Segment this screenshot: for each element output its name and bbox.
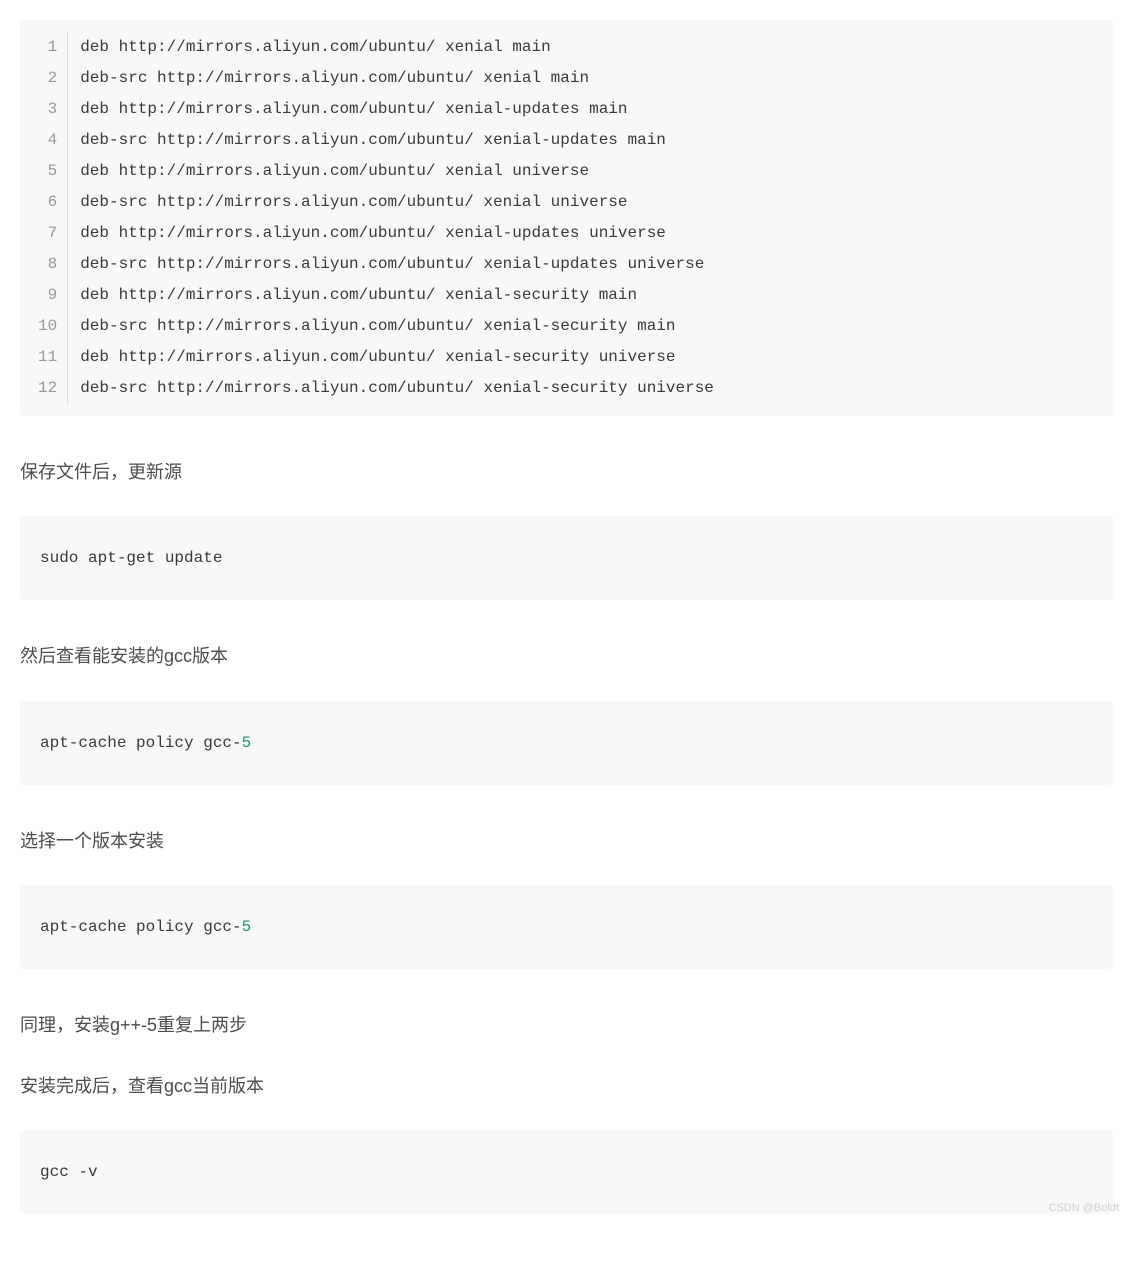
code-line: deb-src http://mirrors.aliyun.com/ubuntu… (80, 187, 714, 218)
code-line: deb-src http://mirrors.aliyun.com/ubuntu… (80, 311, 714, 342)
line-number: 11 (38, 342, 57, 373)
prose-save-update: 保存文件后，更新源 (20, 456, 1113, 488)
line-number: 4 (38, 125, 57, 156)
line-number: 10 (38, 311, 57, 342)
command-block-policy-1: apt-cache policy gcc-5 (20, 701, 1113, 785)
prose-gpp-repeat: 同理，安装g++-5重复上两步 (20, 1009, 1113, 1041)
line-number-gutter: 1 2 3 4 5 6 7 8 9 10 11 12 (20, 32, 68, 404)
code-line: deb-src http://mirrors.aliyun.com/ubuntu… (80, 125, 714, 156)
prose-choose-install: 选择一个版本安装 (20, 825, 1113, 857)
code-line: deb http://mirrors.aliyun.com/ubuntu/ xe… (80, 218, 714, 249)
line-number: 12 (38, 373, 57, 404)
line-number: 1 (38, 32, 57, 63)
prose-check-version: 安装完成后，查看gcc当前版本 (20, 1070, 1113, 1102)
code-content: deb http://mirrors.aliyun.com/ubuntu/ xe… (68, 32, 714, 404)
line-number: 9 (38, 280, 57, 311)
code-line: deb http://mirrors.aliyun.com/ubuntu/ xe… (80, 342, 714, 373)
command-block-policy-2: apt-cache policy gcc-5 (20, 885, 1113, 969)
code-line: deb http://mirrors.aliyun.com/ubuntu/ xe… (80, 32, 714, 63)
code-line: deb-src http://mirrors.aliyun.com/ubuntu… (80, 63, 714, 94)
code-line: apt-cache policy gcc-5 (20, 897, 1113, 957)
watermark: CSDN @Boldt (1049, 1202, 1119, 1214)
line-number: 8 (38, 249, 57, 280)
line-number: 5 (38, 156, 57, 187)
code-line: sudo apt-get update (20, 528, 1113, 588)
command-block-gcc-v: gcc -v (20, 1130, 1113, 1214)
line-number: 7 (38, 218, 57, 249)
line-number: 2 (38, 63, 57, 94)
code-line: deb http://mirrors.aliyun.com/ubuntu/ xe… (80, 94, 714, 125)
line-number: 6 (38, 187, 57, 218)
sources-list-code-block: 1 2 3 4 5 6 7 8 9 10 11 12 deb http://mi… (20, 20, 1113, 416)
code-line: gcc -v (20, 1142, 1113, 1202)
code-line: deb-src http://mirrors.aliyun.com/ubuntu… (80, 373, 714, 404)
code-line: deb-src http://mirrors.aliyun.com/ubuntu… (80, 249, 714, 280)
line-number: 3 (38, 94, 57, 125)
code-line: apt-cache policy gcc-5 (20, 713, 1113, 773)
code-line: deb http://mirrors.aliyun.com/ubuntu/ xe… (80, 280, 714, 311)
prose-view-gcc: 然后查看能安装的gcc版本 (20, 640, 1113, 672)
command-block-update: sudo apt-get update (20, 516, 1113, 600)
code-line: deb http://mirrors.aliyun.com/ubuntu/ xe… (80, 156, 714, 187)
